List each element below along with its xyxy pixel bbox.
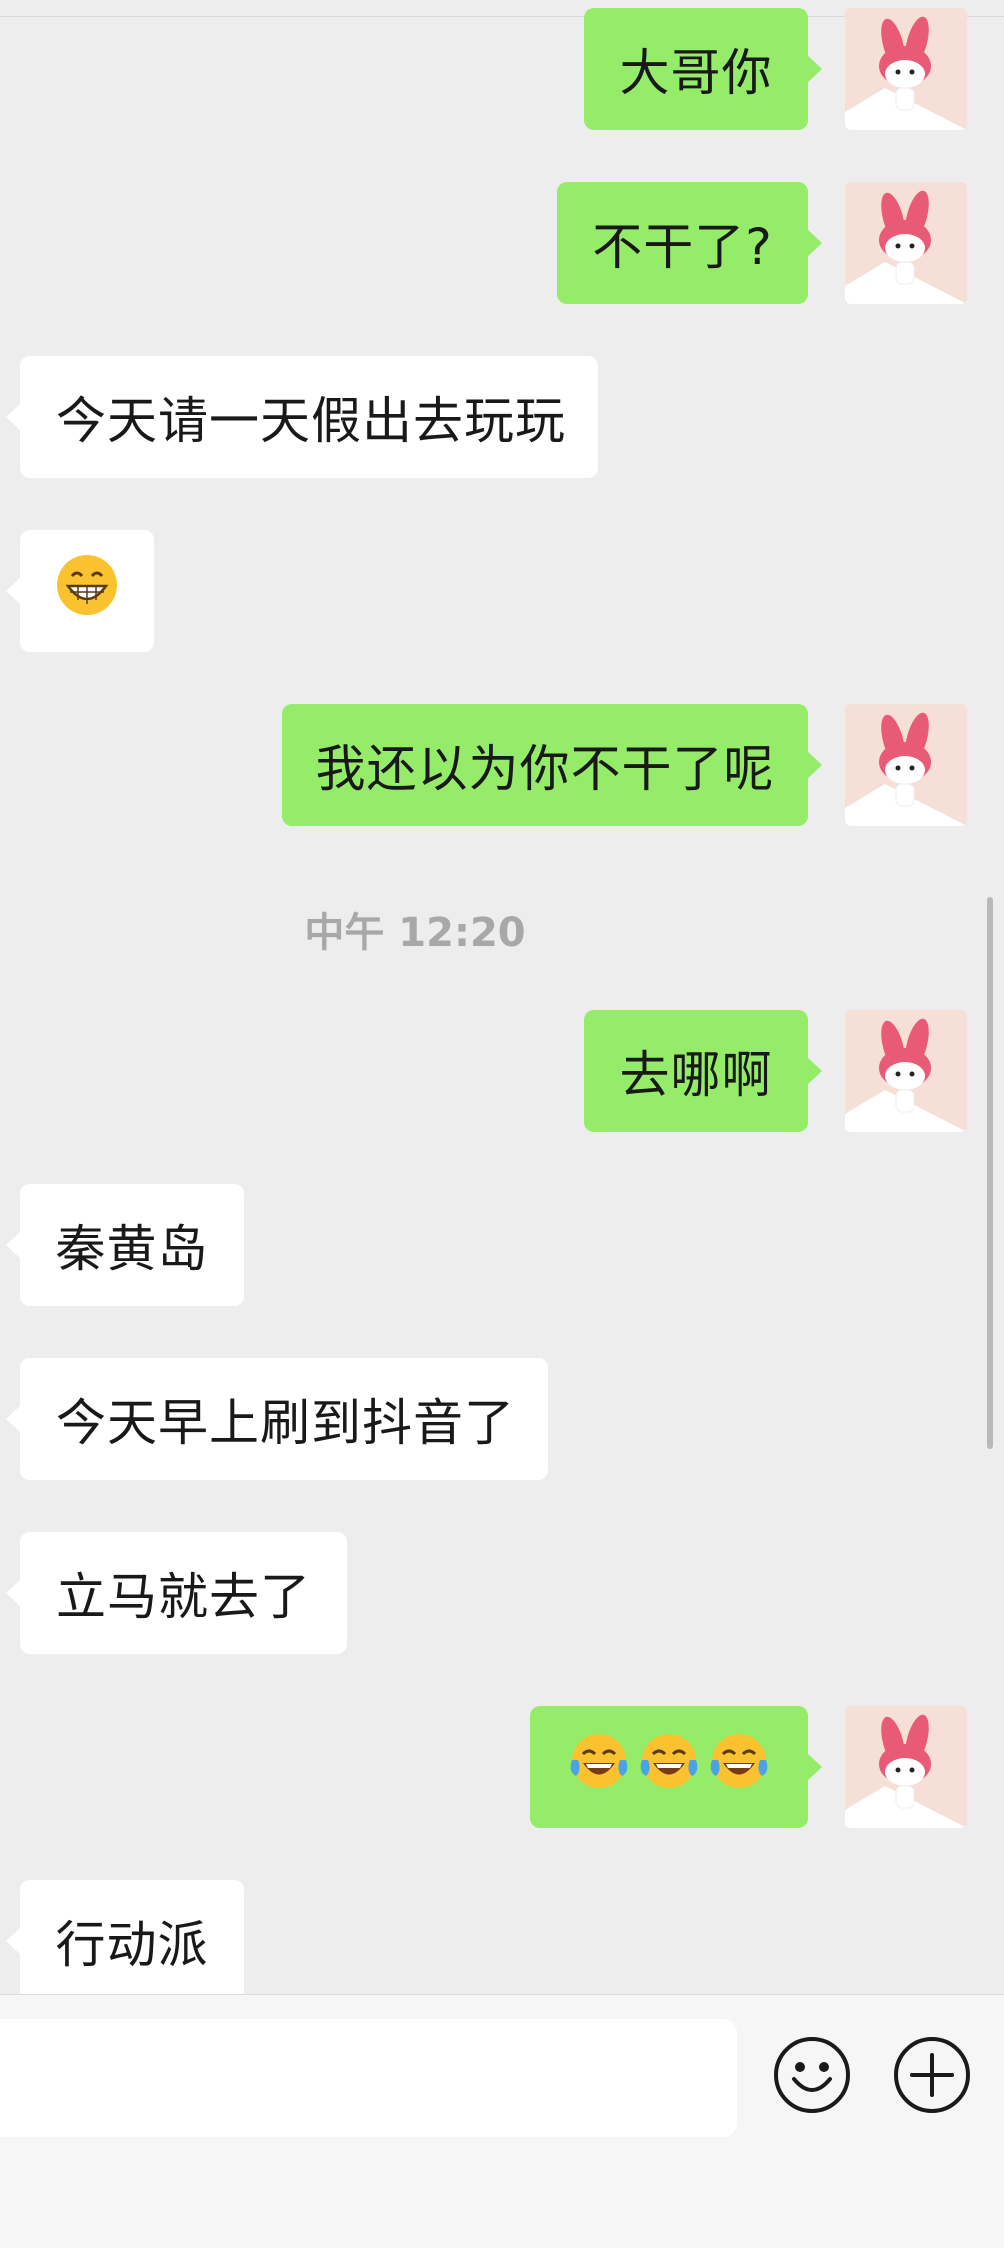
message-bubble-outgoing[interactable]	[530, 1706, 822, 1828]
message-bubble-incoming[interactable]: 行动派	[6, 1880, 244, 2002]
message-bubble-incoming[interactable]: 今天请一天假出去玩玩	[6, 356, 598, 478]
chat-timestamp: 中午 12:20	[304, 910, 526, 956]
message-bubble-outgoing[interactable]: 我还以为你不干了呢	[282, 704, 822, 826]
avatar[interactable]	[845, 1010, 967, 1132]
message-text: 秦黄岛	[55, 1220, 209, 1278]
avatar[interactable]	[845, 182, 967, 304]
message-input[interactable]	[0, 2019, 737, 2137]
avatar[interactable]	[845, 1706, 967, 1828]
message-text: 去哪啊	[619, 1046, 773, 1104]
message-bubble-incoming[interactable]: 秦黄岛	[6, 1184, 244, 1306]
message-text: 今天早上刷到抖音了	[56, 1394, 515, 1452]
scrollbar[interactable]	[987, 897, 993, 1449]
tears-of-joy-emoji-icon	[708, 1730, 770, 1804]
message-text: 立马就去了	[56, 1568, 311, 1626]
message-text: 行动派	[55, 1916, 209, 1974]
message-text: 大哥你	[619, 44, 773, 102]
input-toolbar	[0, 1994, 1004, 2248]
message-bubble-incoming[interactable]: 立马就去了	[6, 1532, 347, 1654]
message-text: 今天请一天假出去玩玩	[56, 392, 566, 450]
message-bubble-outgoing[interactable]: 去哪啊	[584, 1010, 822, 1132]
message-text: 我还以为你不干了呢	[315, 740, 775, 798]
emoji-button[interactable]	[772, 2035, 852, 2115]
message-text: 不干了?	[592, 218, 773, 276]
message-bubble-incoming[interactable]	[6, 530, 154, 652]
smiley-icon	[772, 2037, 852, 2119]
avatar[interactable]	[845, 8, 967, 130]
tears-of-joy-emoji-icon	[568, 1730, 630, 1804]
message-bubble-outgoing[interactable]: 不干了?	[557, 182, 822, 304]
tears-of-joy-emoji-icon	[638, 1730, 700, 1804]
avatar[interactable]	[845, 704, 967, 826]
plus-circle-icon	[892, 2037, 972, 2119]
message-bubble-incoming[interactable]: 今天早上刷到抖音了	[6, 1358, 548, 1480]
more-button[interactable]	[892, 2035, 972, 2115]
message-bubble-outgoing[interactable]: 大哥你	[584, 8, 822, 130]
grin-emoji-icon	[56, 554, 118, 628]
